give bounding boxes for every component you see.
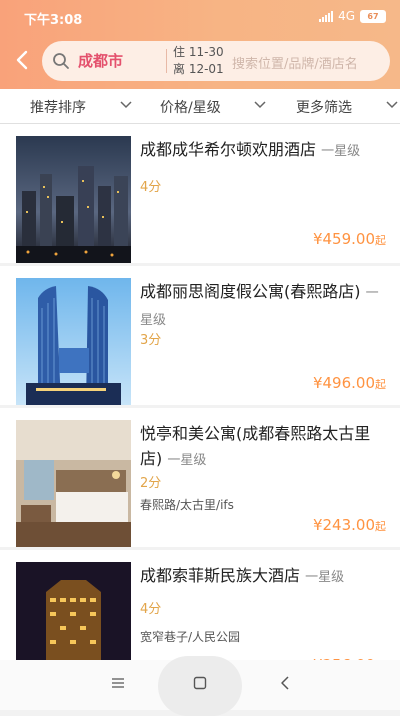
hotel-score: 4分 [140,602,162,617]
hotel-score: 4分 [140,180,162,195]
menu-icon[interactable] [111,676,125,690]
hotel-name: 成都索菲斯民族大酒店 [140,566,301,585]
search-icon [53,53,69,69]
search-input[interactable]: 搜索位置/品牌/酒店名 [232,53,358,72]
filter-bar: 推荐排序 价格/星级 更多筛选 [0,89,400,124]
hotel-card[interactable]: 成都成华希尔顿欢朋酒店 一星级 4分 ¥459.00起 [0,124,400,263]
signal-icon [319,10,334,22]
filter-sort[interactable]: 推荐排序 [30,97,86,117]
chevron-down-icon [254,101,266,109]
hotel-area: 宽窄巷子/人民公园 [140,630,241,644]
battery-level: 67 [367,11,379,21]
hotel-title: 成都索菲斯民族大酒店 一星级 [140,563,385,590]
hotel-score: 3分 [140,333,162,348]
hotel-star: 一星级 [167,453,207,468]
price-value: 459.00 [322,230,376,248]
filter-price-star[interactable]: 价格/星级 [160,97,221,117]
hotel-score: 2分 [140,476,162,491]
search-bar[interactable]: 成都市 住 11-30 离 12-01 搜索位置/品牌/酒店名 [42,41,390,81]
price-suffix: 起 [375,234,386,247]
price-symbol: ¥ [312,230,323,248]
back-arrow-icon[interactable] [12,49,34,71]
hotel-thumbnail [16,420,131,547]
hotel-area: 春熙路/太古里/ifs [140,498,234,512]
hotel-star: 一星级 [321,144,361,159]
hotel-title: 成都成华希尔顿欢朋酒店 一星级 [140,137,385,164]
hotel-thumbnail [16,136,131,263]
hotel-name: 成都成华希尔顿欢朋酒店 [140,140,317,159]
home-icon[interactable] [193,676,207,690]
chevron-down-icon [386,101,398,109]
price-symbol: ¥ [312,516,323,534]
hotel-card[interactable]: 悦亭和美公寓(成都春熙路太古里店) 一星级 2分 春熙路/太古里/ifs ¥24… [0,408,400,547]
search-divider [166,49,167,73]
price-suffix: 起 [375,378,386,391]
chevron-down-icon [120,101,132,109]
hotel-thumbnail [16,278,131,405]
date-range[interactable]: 住 11-30 离 12-01 [173,44,224,78]
hotel-star: 一星级 [305,570,345,585]
back-icon[interactable] [279,676,293,690]
price-suffix: 起 [375,520,386,533]
price-symbol: ¥ [312,374,323,392]
hotel-name: 成都丽思阁度假公寓(春熙路店) [140,282,361,301]
hotel-title: 悦亭和美公寓(成都春熙路太古里店) 一星级 [140,421,385,473]
city-selector[interactable]: 成都市 [78,50,123,71]
hotel-price: ¥243.00起 [313,516,386,534]
hotel-title: 成都丽思阁度假公寓(春熙路店) 一星级 [140,279,385,333]
network-type: 4G [338,9,355,23]
filter-more[interactable]: 更多筛选 [296,97,352,117]
price-value: 496.00 [322,374,376,392]
hotel-card[interactable]: 成都丽思阁度假公寓(春熙路店) 一星级 3分 ¥496.00起 [0,266,400,405]
status-time: 下午3:08 [24,13,83,28]
checkout-date: 离 12-01 [173,62,224,76]
status-right: 4G 67 [319,9,386,23]
battery-icon: 67 [360,9,386,23]
hotel-price: ¥459.00起 [313,230,386,248]
checkin-date: 住 11-30 [173,45,224,59]
status-bar: 下午3:08 4G 67 [0,0,400,32]
hotel-price: ¥496.00起 [313,374,386,392]
app-header: 下午3:08 4G 67 成都市 住 11-30 离 12-01 搜索位置/品牌… [0,0,400,89]
price-value: 243.00 [322,516,376,534]
